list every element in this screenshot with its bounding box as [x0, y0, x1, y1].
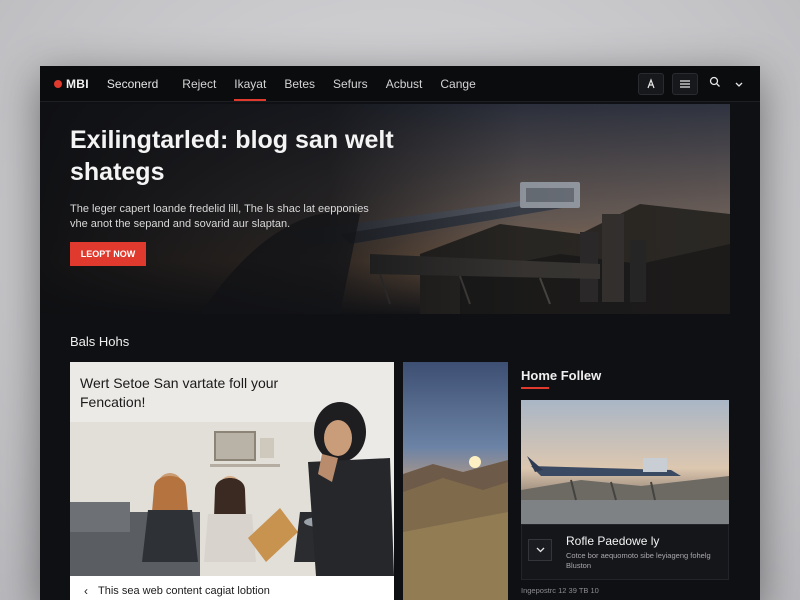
nav-link-1[interactable]: Reject: [182, 73, 216, 95]
hero-cta-button[interactable]: LEOPT NOW: [70, 242, 146, 266]
nav-link-3[interactable]: Betes: [284, 73, 315, 95]
account-icon[interactable]: [638, 72, 664, 95]
menu-icon[interactable]: [672, 72, 698, 95]
sidebar-meta: Ingepostrc 12 39 TB 10: [521, 586, 599, 595]
sidebar-card-image: [521, 400, 729, 524]
hero-title: Exilingtarled: blog san welt shategs: [70, 126, 394, 186]
site-name[interactable]: Seconerd: [107, 77, 158, 91]
nav-link-2[interactable]: Ikayat: [234, 73, 267, 101]
top-nav: MBI Seconerd Reject Ikayat Betes Sefurs …: [40, 66, 760, 102]
chevron-down-icon[interactable]: [732, 77, 746, 91]
featured-card-title: Wert Setoe San vartate foll your Fencati…: [80, 375, 279, 410]
hero-banner: Exilingtarled: blog san welt shategs The…: [40, 104, 730, 314]
chevron-left-icon[interactable]: ‹: [84, 584, 88, 598]
sidebar-card-title[interactable]: Rofle Paedowe ly: [566, 534, 659, 548]
sidebar-card-text: Cotce bor aequomoto sibe leyiageng fohel…: [566, 551, 711, 570]
landscape-image: [403, 362, 508, 600]
landscape-card[interactable]: [403, 362, 508, 600]
section-heading: Bals Hohs: [70, 334, 130, 349]
featured-card-caption[interactable]: This sea web content cagiat lobtion: [98, 585, 270, 597]
nav-link-6[interactable]: Cange: [440, 73, 475, 95]
featured-card[interactable]: Wert Setoe San vartate foll your Fencati…: [70, 362, 394, 600]
nav-links: Reject Ikayat Betes Sefurs Acbust Cange: [182, 73, 476, 101]
hero-right-gutter: [730, 104, 760, 314]
logo[interactable]: MBI: [54, 77, 89, 91]
hero-description: The leger capert loande fredelid lill, T…: [70, 203, 369, 230]
logo-dot-icon: [54, 79, 62, 88]
search-icon[interactable]: [706, 76, 724, 91]
sidebar-card-image-wrap[interactable]: [521, 400, 729, 524]
nav-actions: [638, 72, 746, 95]
nav-link-5[interactable]: Acbust: [386, 73, 423, 95]
featured-card-footer: ‹ This sea web content cagiat lobtion: [70, 576, 394, 600]
chevron-down-icon[interactable]: [528, 539, 552, 561]
sidebar-card-info: Rofle Paedowe ly Cotce bor aequomoto sib…: [521, 524, 729, 580]
logo-text: MBI: [66, 76, 89, 91]
sidebar-heading: Home Follew: [521, 368, 602, 389]
browser-window: MBI Seconerd Reject Ikayat Betes Sefurs …: [40, 66, 760, 600]
nav-link-4[interactable]: Sefurs: [333, 73, 368, 95]
